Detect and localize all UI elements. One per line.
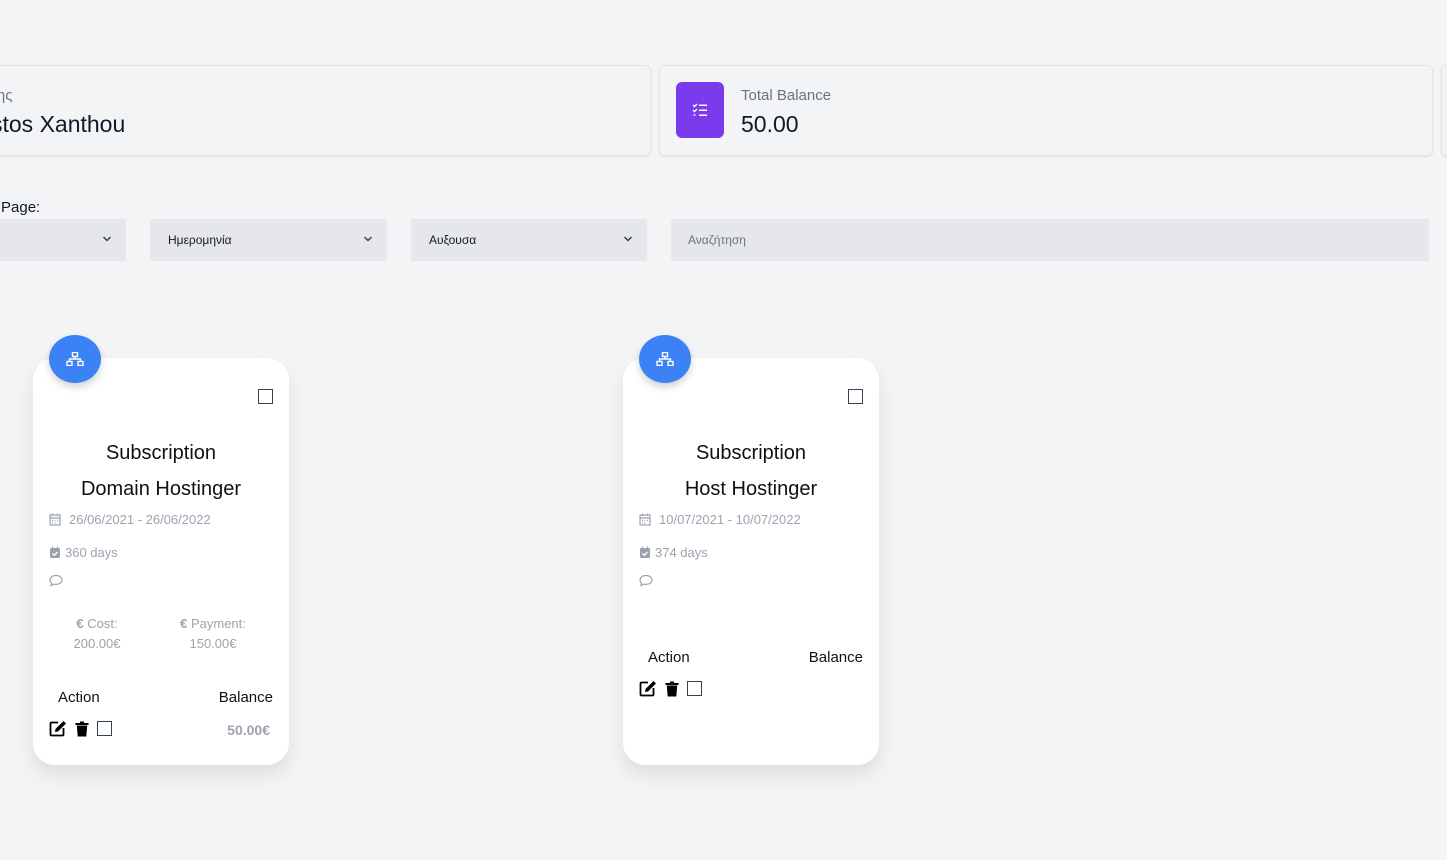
- date-range: 10/07/2021 - 10/07/2022: [639, 512, 801, 527]
- calendar-icon: [49, 513, 61, 526]
- per-page-select[interactable]: [0, 219, 126, 261]
- cost: € Cost: 200.00€: [61, 614, 133, 654]
- cost-label: Cost:: [87, 616, 118, 631]
- trash-icon[interactable]: [75, 721, 89, 737]
- sort-order-select[interactable]: Αυξουσα: [411, 219, 647, 261]
- comment: [639, 574, 653, 587]
- per-page-label: Page:: [1, 199, 41, 216]
- chevron-down-icon: [363, 236, 373, 242]
- duration-text: 374 days: [655, 545, 708, 560]
- balance-stat-label: Total Balance: [741, 87, 832, 104]
- duration: 374 days: [639, 545, 708, 560]
- chevron-down-icon: [623, 236, 633, 242]
- sitemap-icon: [639, 335, 691, 383]
- date-range: 26/06/2021 - 26/06/2022: [49, 512, 211, 527]
- euro-icon: €: [76, 616, 84, 631]
- calendar-icon: [639, 513, 651, 526]
- row-select-checkbox[interactable]: [97, 721, 112, 736]
- trash-icon[interactable]: [665, 681, 679, 697]
- action-label: Action: [648, 649, 690, 666]
- card-type: Subscription: [695, 442, 807, 464]
- user-stat-value: stos Xanthou: [0, 111, 126, 137]
- balance-label: Balance: [808, 649, 863, 666]
- date-range-text: 10/07/2021 - 10/07/2022: [659, 512, 801, 527]
- payment: € Payment: 150.00€: [169, 614, 257, 654]
- chevron-down-icon: [102, 236, 112, 242]
- payment-label: Payment:: [190, 616, 246, 631]
- balance-label: Balance: [218, 689, 273, 706]
- subscription-card: Subscription Host Hostinger 10/07/2021 -…: [623, 335, 879, 765]
- comment-icon: [639, 574, 653, 587]
- edit-icon[interactable]: [639, 680, 657, 697]
- card-actions: [639, 680, 702, 697]
- duration-text: 360 days: [65, 545, 118, 560]
- date-range-text: 26/06/2021 - 26/06/2022: [69, 512, 211, 527]
- comment-icon: [49, 574, 63, 587]
- card-select-checkbox[interactable]: [848, 389, 863, 404]
- calendar-check-icon: [640, 546, 650, 558]
- balance-stat-value: 50.00: [741, 111, 799, 137]
- balance-stat-card: Total Balance 50.00: [659, 65, 1433, 156]
- user-stat-card: της stos Xanthou: [0, 65, 651, 156]
- sort-order-value: Αυξουσα: [429, 233, 477, 247]
- duration: 360 days: [49, 545, 118, 560]
- row-select-checkbox[interactable]: [687, 681, 702, 696]
- calendar-check-icon: [50, 546, 60, 558]
- subscription-card: Subscription Domain Hostinger 26/06/2021…: [33, 335, 289, 765]
- sort-field-select[interactable]: Ημερομηνία: [150, 219, 387, 261]
- user-stat-label: της: [0, 87, 13, 104]
- comment: [49, 574, 63, 587]
- card-title: Domain Hostinger: [80, 478, 242, 500]
- euro-icon: €: [180, 616, 188, 631]
- edit-icon[interactable]: [49, 720, 67, 737]
- cost-value: 200.00€: [73, 636, 121, 651]
- action-label: Action: [58, 689, 100, 706]
- next-stat-card-edge: [1441, 65, 1447, 156]
- list-check-icon: [676, 82, 724, 138]
- sitemap-icon: [49, 335, 101, 383]
- sort-field-value: Ημερομηνία: [168, 233, 232, 247]
- balance-value: 50.00€: [227, 722, 270, 738]
- card-select-checkbox[interactable]: [258, 389, 273, 404]
- payment-value: 150.00€: [189, 636, 237, 651]
- card-title: Host Hostinger: [684, 478, 818, 500]
- card-type: Subscription: [105, 442, 217, 464]
- card-actions: [49, 720, 112, 737]
- search-input[interactable]: [671, 219, 1429, 261]
